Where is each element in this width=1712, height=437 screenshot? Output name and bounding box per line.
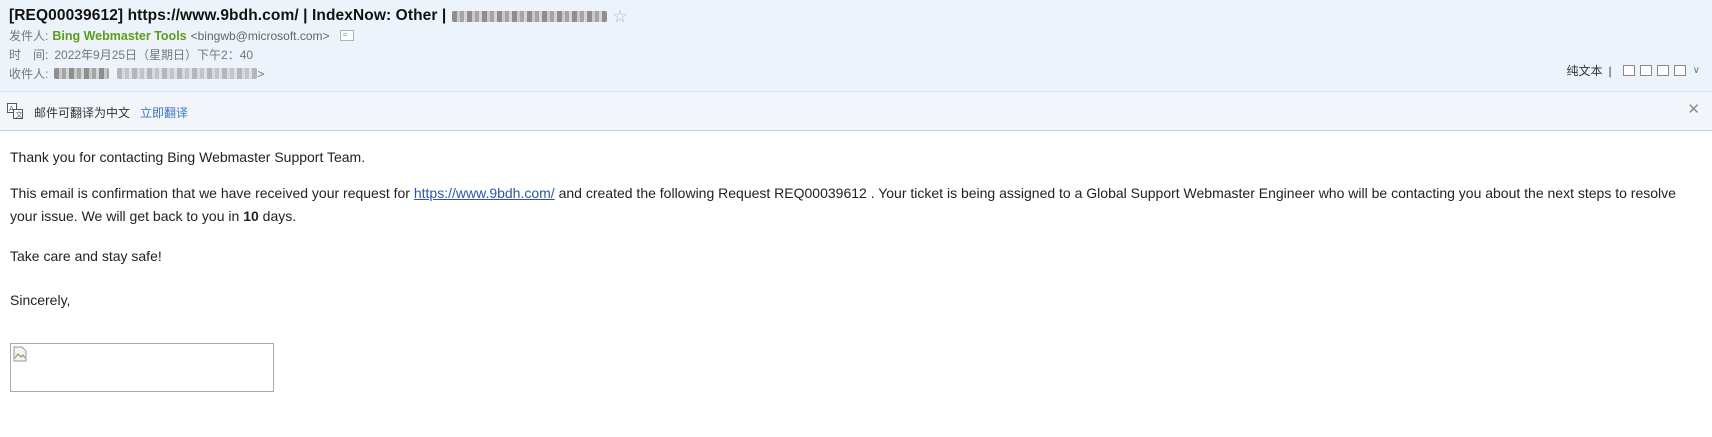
time-label: 时 间: [9,48,49,62]
confirmation-text-end: days. [258,207,297,224]
subject-row: [REQ00039612] https://www.9bdh.com/ | In… [9,5,628,27]
svg-text:文: 文 [16,110,23,119]
redacted-recipient-email [117,68,258,79]
time-value: 2022年9月25日（星期日）下午2：40 [54,48,254,62]
print-icon[interactable] [1673,65,1686,76]
sender-label: 发件人: [9,29,49,43]
days-number: 10 [243,207,259,224]
signature-image-placeholder [10,343,274,392]
more-chevron-icon[interactable]: ∨ [1693,65,1700,76]
translate-icon: A 文 [7,103,23,119]
recipient-row: 收件人: > [9,65,264,82]
close-icon[interactable]: ✕ [1687,102,1700,117]
confirmation-paragraph: This email is confirmation that we have … [10,182,1702,227]
sender-row: 发件人: Bing Webmaster Tools <bingwb@micros… [9,27,354,44]
closing-line: Take care and stay safe! [10,248,162,264]
email-subject: [REQ00039612] https://www.9bdh.com/ | In… [9,7,447,24]
greeting-line: Thank you for contacting Bing Webmaster … [10,149,366,165]
window-icon[interactable] [1639,65,1652,76]
recipient-tail: > [257,66,265,81]
translate-now-link[interactable]: 立即翻译 [140,104,188,121]
contact-card-icon[interactable] [339,30,354,41]
signoff-line: Sincerely, [10,292,71,308]
translate-bar: A 文 邮件可翻译为中文 立即翻译 ✕ [0,92,1712,131]
reading-view-icon[interactable] [1656,65,1669,76]
redacted-subject [452,10,608,22]
sender-name[interactable]: Bing Webmaster Tools [52,29,186,43]
star-icon[interactable]: ☆ [612,8,627,25]
new-window-icon[interactable] [1622,65,1635,76]
svg-text:A: A [9,105,14,113]
header-toolbar: 纯文本 | ∨ [1567,62,1700,79]
translate-message: 邮件可翻译为中文 [34,106,131,120]
recipient-label: 收件人: [9,67,49,81]
broken-image-icon [13,346,27,362]
website-link[interactable]: https://www.9bdh.com/ [414,185,555,201]
email-header: [REQ00039612] https://www.9bdh.com/ | In… [0,0,1712,92]
confirmation-text-start: This email is confirmation that we have … [10,185,414,201]
time-row: 时 间: 2022年9月25日（星期日）下午2：40 [9,46,253,63]
redacted-recipient-name [54,68,110,79]
toolbar-separator: | [1608,63,1612,78]
plain-text-button[interactable]: 纯文本 [1567,62,1603,79]
sender-email: <bingwb@microsoft.com> [190,28,330,43]
